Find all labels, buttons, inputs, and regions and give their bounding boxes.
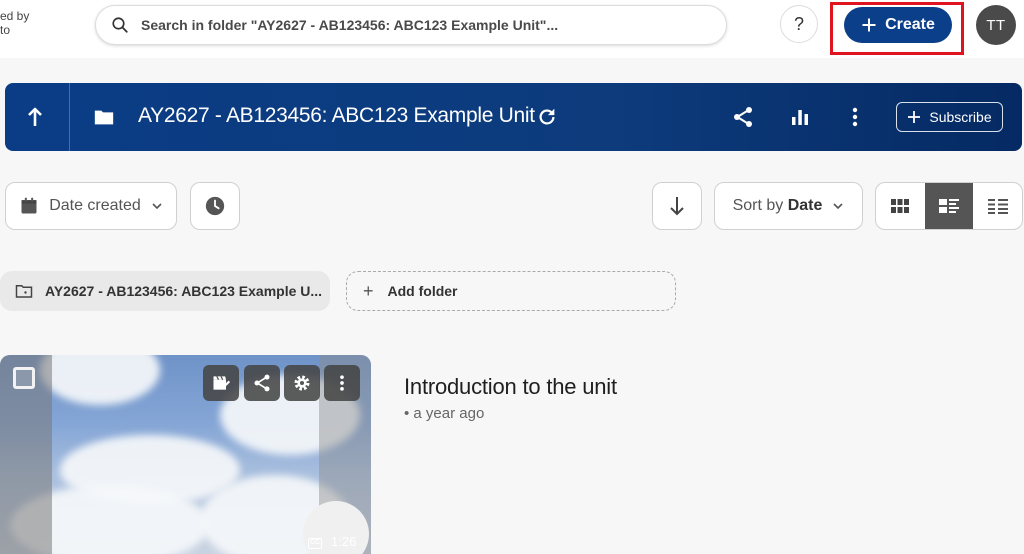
search-icon [112, 17, 128, 33]
sort-prefix: Sort by [732, 197, 784, 214]
search-bar[interactable] [95, 5, 727, 45]
view-mode-toggle [875, 182, 1023, 230]
help-label: ? [793, 13, 804, 34]
subscribe-button[interactable]: Subscribe [896, 102, 1003, 132]
grid-view-button[interactable] [876, 183, 925, 229]
bar-chart-icon[interactable] [788, 105, 812, 129]
thumbnail-cloud [40, 355, 160, 405]
plus-icon: + [363, 280, 374, 301]
share-icon [254, 374, 270, 392]
clapperboard-edit-icon [213, 376, 231, 390]
plus-icon [908, 111, 921, 123]
top-bar: ed by to ? Create TT [0, 0, 1024, 58]
share-icon[interactable] [731, 105, 755, 129]
list-view-icon [987, 199, 1008, 214]
header-divider [69, 83, 70, 151]
video-meta: • a year ago [404, 405, 485, 422]
date-created-filter[interactable]: Date created [5, 182, 177, 230]
brand-text: ed by to [0, 9, 29, 37]
search-input[interactable] [141, 17, 726, 33]
folder-title: AY2627 - AB123456: ABC123 Example Unit [138, 104, 535, 127]
sort-by-text: Sort by Date [733, 197, 823, 215]
help-button[interactable]: ? [780, 5, 818, 43]
edit-video-button[interactable] [203, 365, 239, 401]
folder-icon [15, 285, 33, 298]
folder-header: AY2627 - AB123456: ABC123 Example Unit S… [5, 83, 1022, 151]
sort-by-dropdown[interactable]: Sort by Date [714, 182, 863, 230]
create-button[interactable]: Create [844, 7, 952, 43]
detail-view-button[interactable] [924, 183, 974, 229]
recent-history-button[interactable] [190, 182, 240, 230]
create-button-label: Create [885, 16, 935, 33]
sort-direction-button[interactable] [652, 182, 702, 230]
share-video-button[interactable] [244, 365, 280, 401]
more-vertical-icon[interactable] [843, 105, 867, 129]
refresh-icon[interactable] [536, 106, 558, 128]
arrow-down-icon [670, 197, 684, 216]
clock-icon [205, 196, 225, 216]
add-folder-label: Add folder [387, 283, 458, 299]
closed-captions-icon: CC [308, 538, 322, 549]
parent-folder-button[interactable] [5, 83, 65, 151]
video-more-button[interactable] [324, 365, 360, 401]
video-title[interactable]: Introduction to the unit [404, 374, 617, 400]
video-select-checkbox[interactable] [13, 367, 35, 389]
brand-line-2: to [0, 23, 11, 37]
calendar-icon [21, 197, 37, 214]
chevron-down-icon [152, 203, 162, 210]
grid-view-icon [891, 199, 910, 213]
sort-value: Date [787, 197, 823, 214]
current-folder-label: AY2627 - AB123456: ABC123 Example U... [45, 283, 323, 299]
brand-line-1: ed by [0, 9, 30, 23]
arrow-up-icon [28, 107, 42, 126]
gear-icon [294, 375, 310, 391]
list-view-button[interactable] [973, 183, 1022, 229]
date-filter-label: Date created [49, 197, 141, 214]
add-folder-button[interactable]: + Add folder [346, 271, 676, 311]
current-folder-chip[interactable]: AY2627 - AB123456: ABC123 Example U... [0, 271, 330, 311]
plus-icon [862, 18, 876, 32]
subscribe-label: Subscribe [929, 109, 992, 125]
detail-view-icon [939, 199, 959, 213]
video-duration: 1:26 [331, 534, 357, 549]
chevron-down-icon [833, 203, 843, 210]
video-settings-button[interactable] [284, 365, 320, 401]
avatar[interactable]: TT [976, 5, 1016, 45]
more-vertical-icon [340, 375, 344, 391]
avatar-initials: TT [986, 16, 1006, 34]
folder-icon [94, 110, 114, 125]
